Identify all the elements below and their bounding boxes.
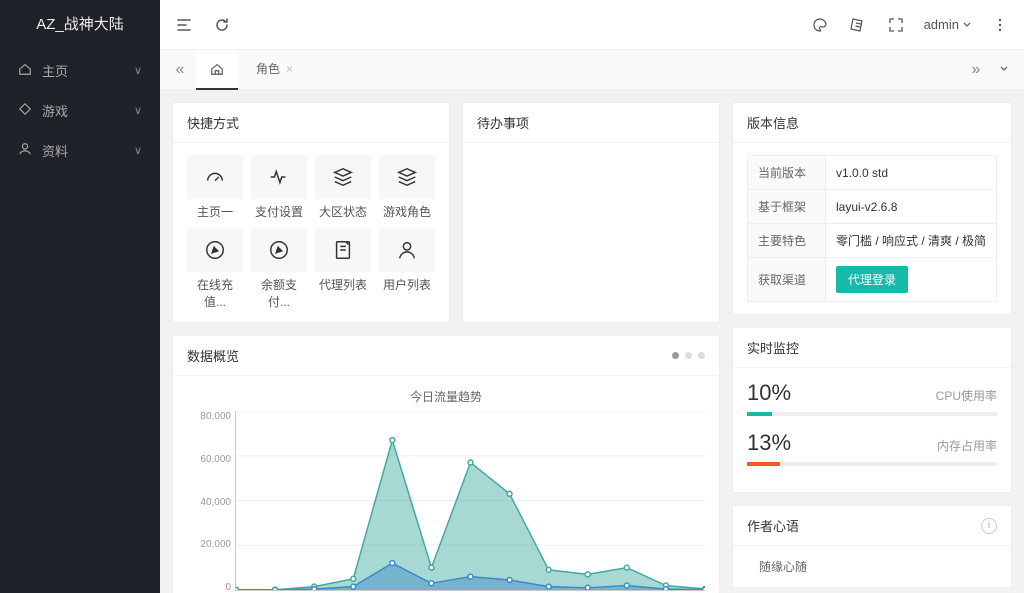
table-row: 主要特色零门槛 / 响应式 / 清爽 / 极简	[748, 224, 997, 258]
chevron-down-icon	[999, 64, 1009, 74]
gauge-icon	[187, 155, 243, 199]
table-row: 获取渠道代理登录	[748, 258, 997, 302]
carousel-dots[interactable]	[672, 352, 705, 359]
sidebar-item-0[interactable]: 主页 ∨	[0, 50, 160, 90]
author-card: 作者心语 i 随缘心随	[732, 505, 1012, 588]
overview-card: 数据概览 今日流量趋势 80,00060,00040,00020,0000 06…	[172, 335, 720, 593]
traffic-chart	[235, 411, 705, 591]
person-icon	[379, 228, 435, 272]
chevron-down-icon: ∨	[134, 64, 142, 77]
tab-menu[interactable]	[992, 63, 1016, 77]
theme-icon[interactable]	[810, 15, 830, 35]
topbar: admin	[160, 0, 1024, 50]
stack-icon	[379, 155, 435, 199]
compass-icon	[187, 228, 243, 272]
user-menu[interactable]: admin	[924, 17, 972, 32]
shortcut-0[interactable]: 主页一	[187, 155, 243, 220]
diamond-icon	[18, 102, 32, 119]
more-icon[interactable]	[990, 15, 1010, 35]
home-icon	[18, 62, 32, 79]
tab-0[interactable]: 角色×	[242, 50, 307, 90]
shortcut-3[interactable]: 游戏角色	[379, 155, 435, 220]
version-card: 版本信息 当前版本v1.0.0 std基于框架layui-v2.6.8主要特色零…	[732, 102, 1012, 315]
note-icon[interactable]	[848, 15, 868, 35]
user-icon	[18, 142, 32, 159]
pulse-icon	[251, 155, 307, 199]
tab-scroll-right[interactable]: »	[964, 61, 988, 79]
shortcut-4[interactable]: 在线充值...	[187, 228, 243, 310]
author-title: 作者心语	[747, 516, 799, 535]
tab-scroll-left[interactable]: «	[168, 61, 192, 79]
home-icon	[210, 62, 224, 76]
shortcut-7[interactable]: 用户列表	[379, 228, 435, 310]
sidebar-item-2[interactable]: 资料 ∨	[0, 130, 160, 170]
chevron-down-icon: ∨	[134, 104, 142, 117]
chevron-down-icon: ∨	[134, 144, 142, 157]
monitor-item-0: 10%CPU使用率	[747, 380, 997, 416]
todo-title: 待办事项	[463, 103, 719, 143]
note-icon	[315, 228, 371, 272]
table-row: 当前版本v1.0.0 std	[748, 156, 997, 190]
chart-title: 今日流量趋势	[187, 388, 705, 405]
todo-card: 待办事项	[462, 102, 720, 323]
close-icon[interactable]: ×	[286, 62, 293, 76]
author-body: 随缘心随	[733, 546, 1011, 587]
monitor-item-1: 13%内存占用率	[747, 430, 997, 466]
refresh-icon[interactable]	[212, 15, 232, 35]
tab-bar: « 角色× »	[160, 50, 1024, 90]
shortcuts-title: 快捷方式	[173, 103, 449, 143]
tab-home[interactable]	[196, 50, 238, 90]
menu-toggle-icon[interactable]	[174, 15, 194, 35]
table-row: 基于框架layui-v2.6.8	[748, 190, 997, 224]
stack-icon	[315, 155, 371, 199]
info-icon[interactable]: i	[981, 518, 997, 534]
shortcut-2[interactable]: 大区状态	[315, 155, 371, 220]
compass-icon	[251, 228, 307, 272]
overview-title: 数据概览	[187, 346, 239, 365]
monitor-title: 实时监控	[733, 328, 1011, 368]
shortcuts-card: 快捷方式 主页一 支付设置 大区状态 游戏角色 在线充值... 余额支付... …	[172, 102, 450, 323]
version-title: 版本信息	[733, 103, 1011, 143]
chevron-down-icon	[962, 20, 972, 30]
fullscreen-icon[interactable]	[886, 15, 906, 35]
shortcut-1[interactable]: 支付设置	[251, 155, 307, 220]
shortcut-6[interactable]: 代理列表	[315, 228, 371, 310]
sidebar-item-1[interactable]: 游戏 ∨	[0, 90, 160, 130]
agent-login-button[interactable]: 代理登录	[836, 266, 908, 293]
app-title: AZ_战神大陆	[0, 0, 160, 50]
monitor-card: 实时监控 10%CPU使用率 13%内存占用率	[732, 327, 1012, 493]
shortcut-5[interactable]: 余额支付...	[251, 228, 307, 310]
